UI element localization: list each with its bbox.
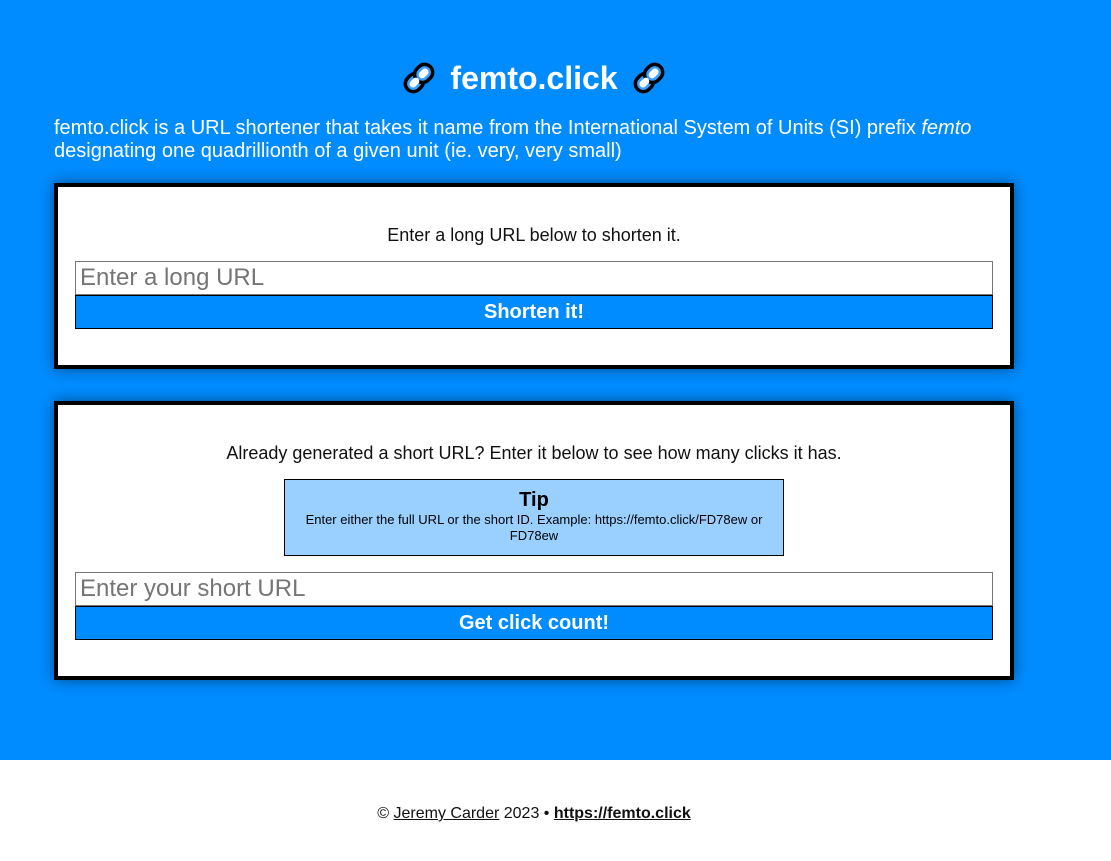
hero-section: femto.click femto.click is a URL shorten… <box>0 0 1111 760</box>
footer-year: 2023 • <box>499 805 554 822</box>
intro-text-after: designating one quadrillionth of a given… <box>54 140 622 162</box>
tip-title: Tip <box>519 489 549 511</box>
intro-text-before: femto.click is a URL shortener that take… <box>54 117 922 139</box>
get-click-count-button[interactable]: Get click count! <box>75 606 993 640</box>
link-icon <box>630 59 668 97</box>
author-link[interactable]: Jeremy Carder <box>394 805 500 822</box>
shorten-button[interactable]: Shorten it! <box>75 295 993 329</box>
footer: © Jeremy Carder 2023 • https://femto.cli… <box>0 800 1068 828</box>
page: femto.click femto.click is a URL shorten… <box>0 0 1111 861</box>
long-url-input[interactable] <box>75 261 993 295</box>
click-count-card: Already generated a short URL? Enter it … <box>54 401 1014 680</box>
tip-body: Enter either the full URL or the short I… <box>305 512 763 543</box>
page-title: femto.click <box>450 60 618 96</box>
shorten-prompt: Enter a long URL below to shorten it. <box>387 225 681 245</box>
short-url-input[interactable] <box>75 572 993 606</box>
tip-box: Tip Enter either the full URL or the sho… <box>284 479 784 556</box>
page-header: femto.click <box>0 56 1068 100</box>
copyright-symbol: © <box>377 805 390 822</box>
intro-text: femto.click is a URL shortener that take… <box>54 117 1054 163</box>
shorten-card: Enter a long URL below to shorten it. Sh… <box>54 183 1014 369</box>
intro-emphasis: femto <box>921 117 972 139</box>
site-link[interactable]: https://femto.click <box>554 805 691 822</box>
link-icon <box>400 59 438 97</box>
click-count-prompt: Already generated a short URL? Enter it … <box>226 443 842 463</box>
